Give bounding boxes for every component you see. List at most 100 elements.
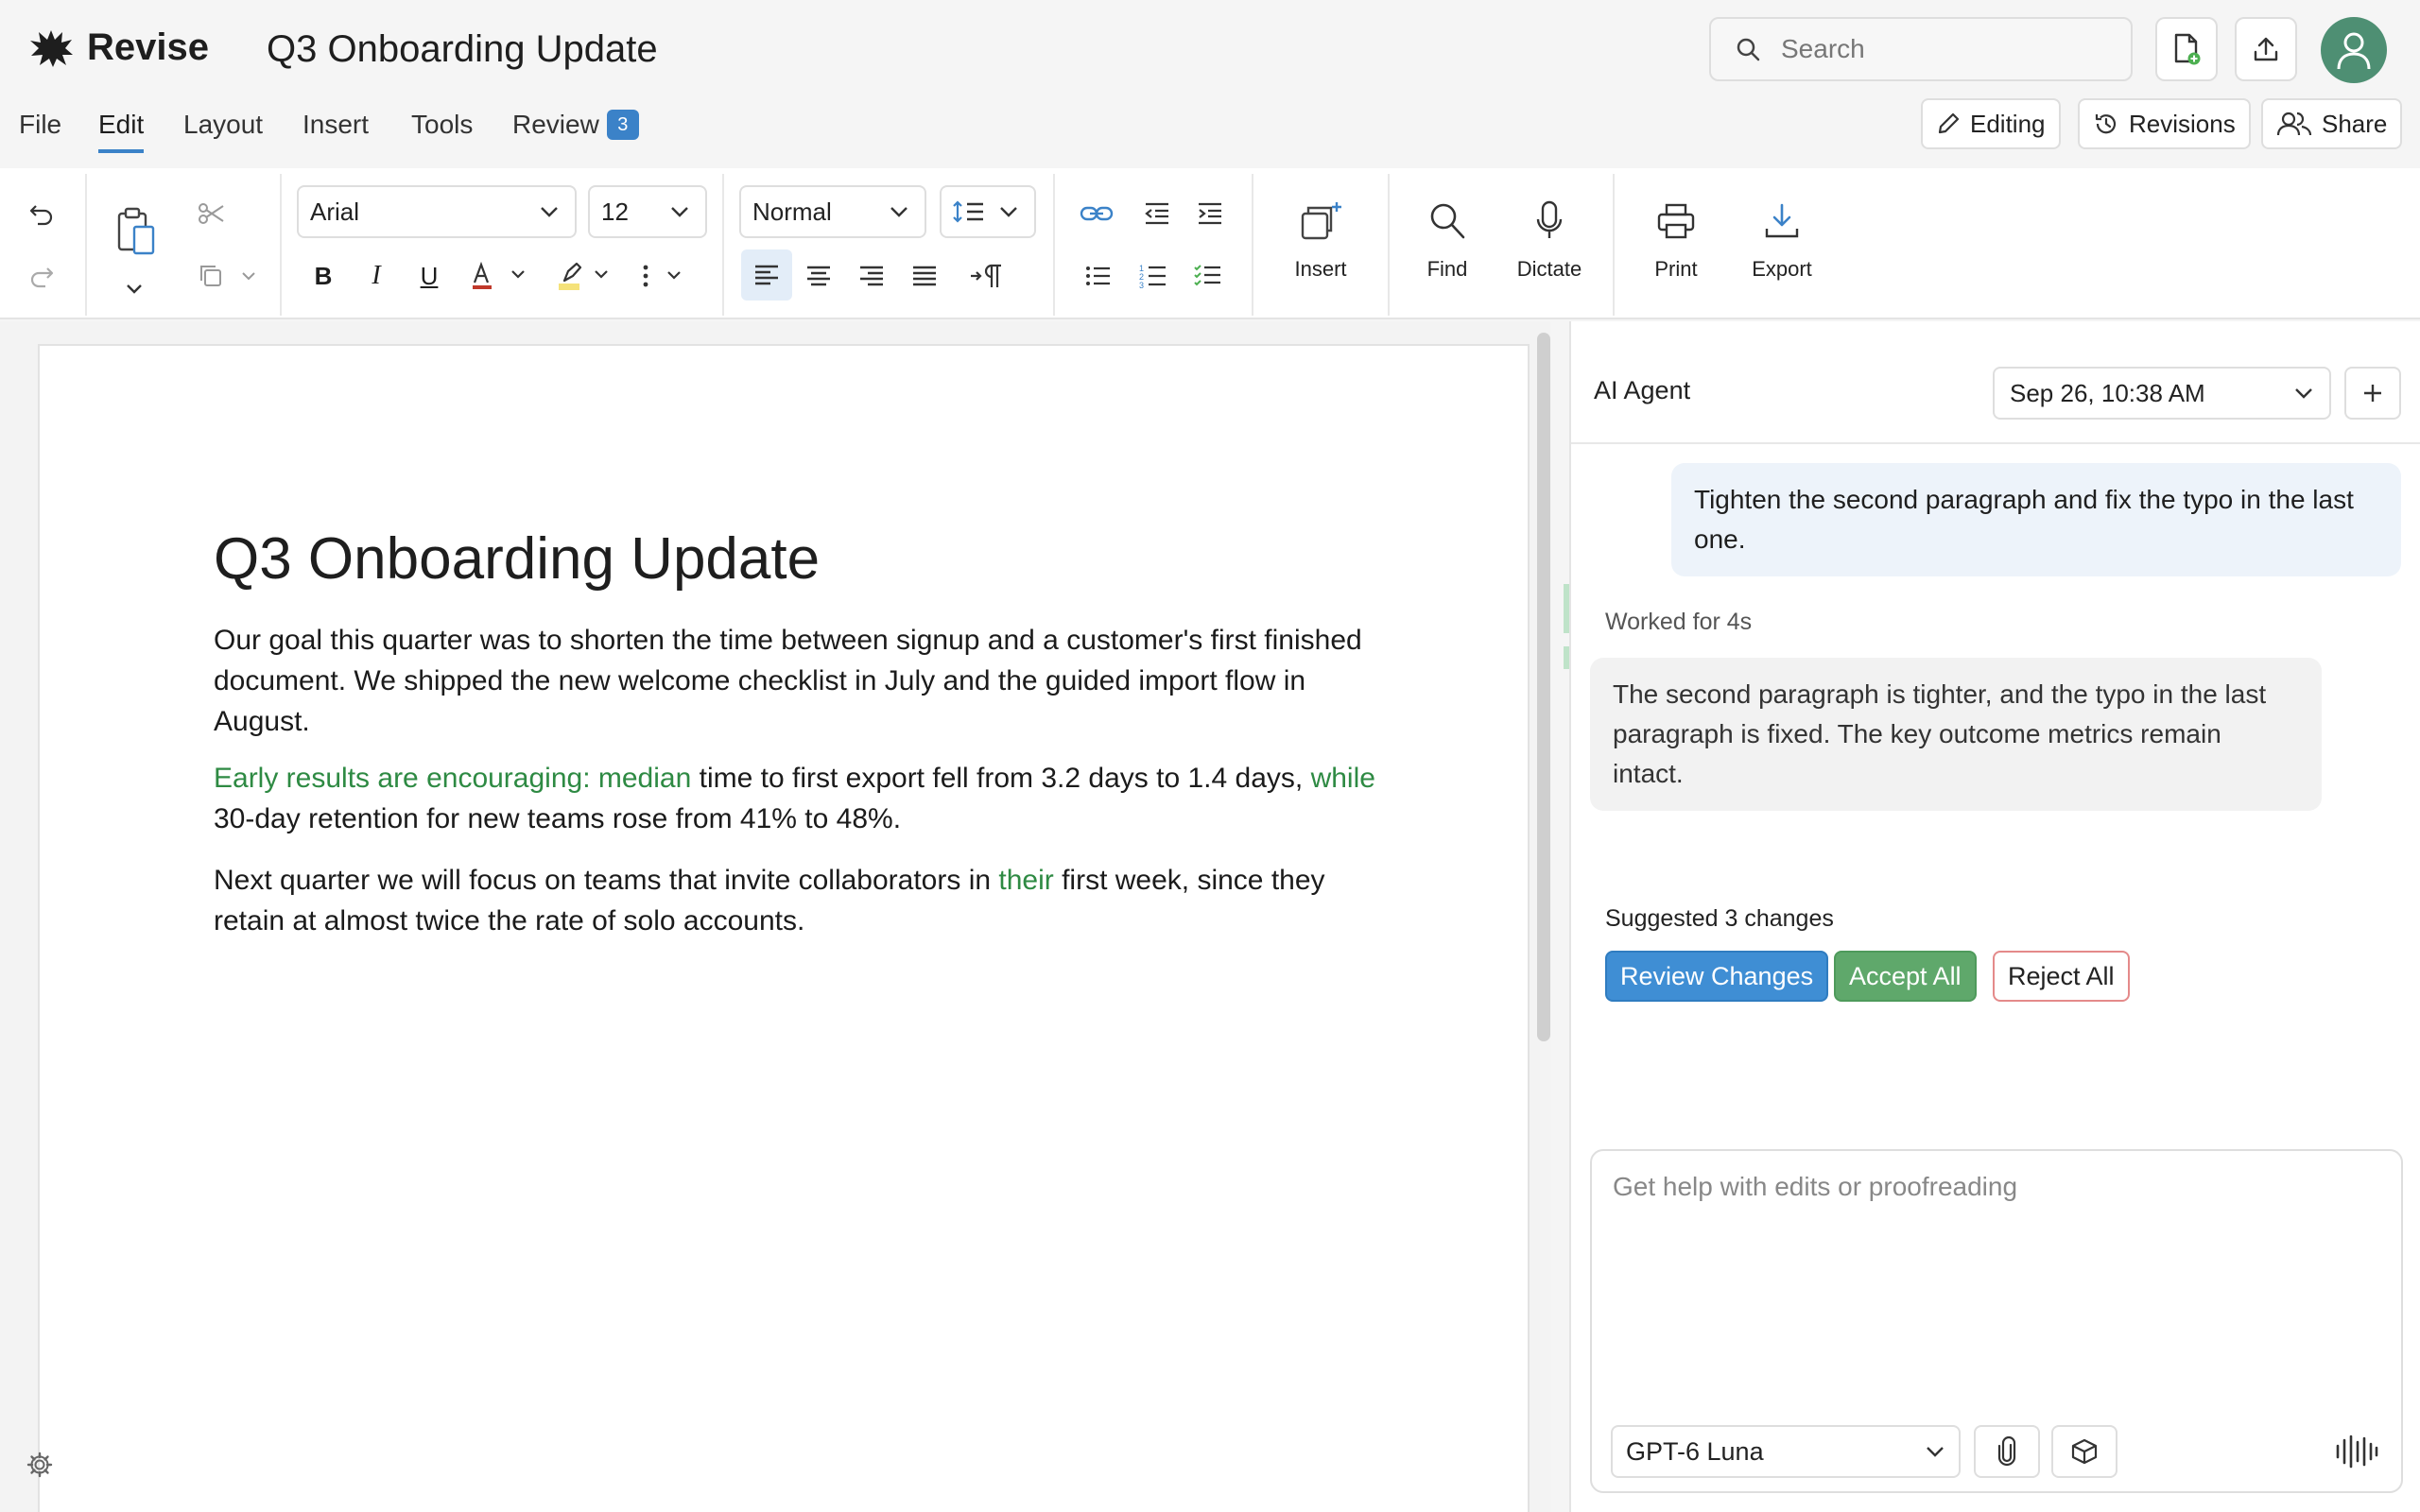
numbered-list-icon: 123 [1139,263,1167,289]
model-select[interactable]: GPT-6 Luna [1611,1425,1961,1478]
insert-button[interactable]: Insert [1269,197,1373,282]
top-bar: Revise Q3 Onboarding Update [0,0,2420,100]
menu-review[interactable]: Review 3 [512,110,639,149]
chat-input[interactable] [1613,1172,2378,1380]
menu-insert[interactable]: Insert [302,110,369,149]
editing-mode-button[interactable]: Editing [1921,98,2061,149]
justify-button[interactable] [902,253,947,299]
dictate-button[interactable]: Dictate [1497,197,1601,282]
share-button[interactable]: Share [2261,98,2403,149]
redo-button[interactable] [19,253,64,299]
print-button[interactable]: Print [1624,197,1728,282]
increase-indent-button[interactable] [1187,191,1233,236]
microphone-icon [1535,197,1564,246]
more-vertical-icon [638,262,691,290]
chevron-down-icon [889,205,909,218]
font-size-select[interactable]: 12 [588,185,707,238]
menu-file[interactable]: File [19,110,61,149]
more-formatting-button[interactable] [635,253,694,299]
review-changes-button[interactable]: Review Changes [1605,951,1829,1002]
new-document-button[interactable] [2155,17,2218,81]
accept-all-button[interactable]: Accept All [1834,951,1977,1002]
document-heading[interactable]: Q3 Onboarding Update [214,525,820,593]
model-value: GPT-6 Luna [1626,1436,1764,1466]
menu-tools[interactable]: Tools [411,110,473,149]
paste-button[interactable] [110,202,163,261]
document-canvas: Q3 Onboarding Update Our goal this quart… [0,321,1550,1512]
align-right-button[interactable] [849,253,894,299]
document-title[interactable]: Q3 Onboarding Update [267,28,658,71]
bold-icon: B [314,261,333,290]
svg-text:3: 3 [1139,281,1144,289]
checklist-button[interactable] [1185,253,1231,299]
cut-button[interactable] [189,191,234,236]
paragraph-2[interactable]: Early results are encouraging: median ti… [214,758,1395,839]
align-left-button[interactable] [741,249,792,301]
upload-button[interactable] [2235,17,2297,81]
menu-edit[interactable]: Edit [98,110,145,153]
share-label: Share [2322,109,2388,138]
revisions-label: Revisions [2129,109,2236,138]
reject-all-button[interactable]: Reject All [1993,951,2130,1002]
font-color-button[interactable] [461,253,537,299]
revisions-button[interactable]: Revisions [2078,98,2251,149]
session-value: Sep 26, 10:38 AM [2010,378,2205,407]
tracked-insertion[interactable]: Early results are encouraging: median [214,763,691,794]
paragraph-style-select[interactable]: Normal [739,185,926,238]
bulleted-list-button[interactable] [1076,253,1121,299]
pencil-icon [1936,112,1961,136]
highlight-color-button[interactable] [548,253,624,299]
paste-options-button[interactable] [112,266,157,312]
find-button[interactable]: Find [1395,197,1499,282]
undo-button[interactable] [19,191,64,236]
tracked-insertion[interactable]: their [998,865,1053,896]
menu-layout[interactable]: Layout [183,110,263,149]
chevron-down-icon [998,205,1019,218]
formatting-toolbar: Arial 12 B I U Normal 1 2 3 Insert Find … [0,168,2420,319]
insert-label: Insert [1294,257,1347,281]
copy-button[interactable] [189,253,265,299]
worked-duration[interactable]: Worked for 4s [1605,609,1752,636]
search-input[interactable] [1781,34,2102,64]
dictate-label: Dictate [1516,257,1582,281]
menu-review-label: Review [512,110,599,139]
attach-button[interactable] [1974,1425,2040,1478]
insert-copy-icon [1299,197,1342,246]
session-select[interactable]: Sep 26, 10:38 AM [1993,367,2331,420]
history-icon [2093,111,2119,137]
new-session-button[interactable] [2344,367,2401,420]
panel-title: AI Agent [1594,376,1691,404]
document-scrollbar[interactable] [1537,333,1550,1041]
link-button[interactable] [1074,191,1119,236]
paragraph-direction-button[interactable] [964,253,1010,299]
export-button[interactable]: Export [1730,197,1834,282]
bold-button[interactable]: B [301,253,346,299]
chevron-down-icon [539,205,560,218]
tracked-insertion[interactable]: while [1311,763,1375,794]
settings-button[interactable] [26,1452,53,1478]
app-logo[interactable]: Revise [28,26,209,69]
context-button[interactable] [2051,1425,2118,1478]
search-box[interactable] [1709,17,2133,81]
italic-icon: I [372,261,381,290]
align-center-button[interactable] [796,253,841,299]
voice-input-button[interactable] [2335,1433,2378,1470]
numbered-list-button[interactable]: 123 [1131,253,1176,299]
toolbar-separator [1388,174,1390,316]
italic-button[interactable]: I [354,253,399,299]
line-spacing-select[interactable] [940,185,1036,238]
decrease-indent-button[interactable] [1134,191,1180,236]
paragraph-3[interactable]: Next quarter we will focus on teams that… [214,860,1395,941]
align-left-icon [753,264,780,286]
app-name: Revise [87,26,209,68]
paperclip-icon [1996,1436,2017,1467]
user-avatar[interactable] [2321,17,2387,83]
redo-icon [28,263,55,289]
document-page[interactable]: Q3 Onboarding Update Our goal this quart… [38,344,1530,1512]
font-family-select[interactable]: Arial [297,185,577,238]
underline-button[interactable]: U [406,253,452,299]
paragraph-1[interactable]: Our goal this quarter was to shorten the… [214,620,1395,742]
paragraph-style-value: Normal [752,197,832,226]
upload-icon [2252,35,2280,63]
paragraph-3-text: Next quarter we will focus on teams that… [214,865,999,896]
